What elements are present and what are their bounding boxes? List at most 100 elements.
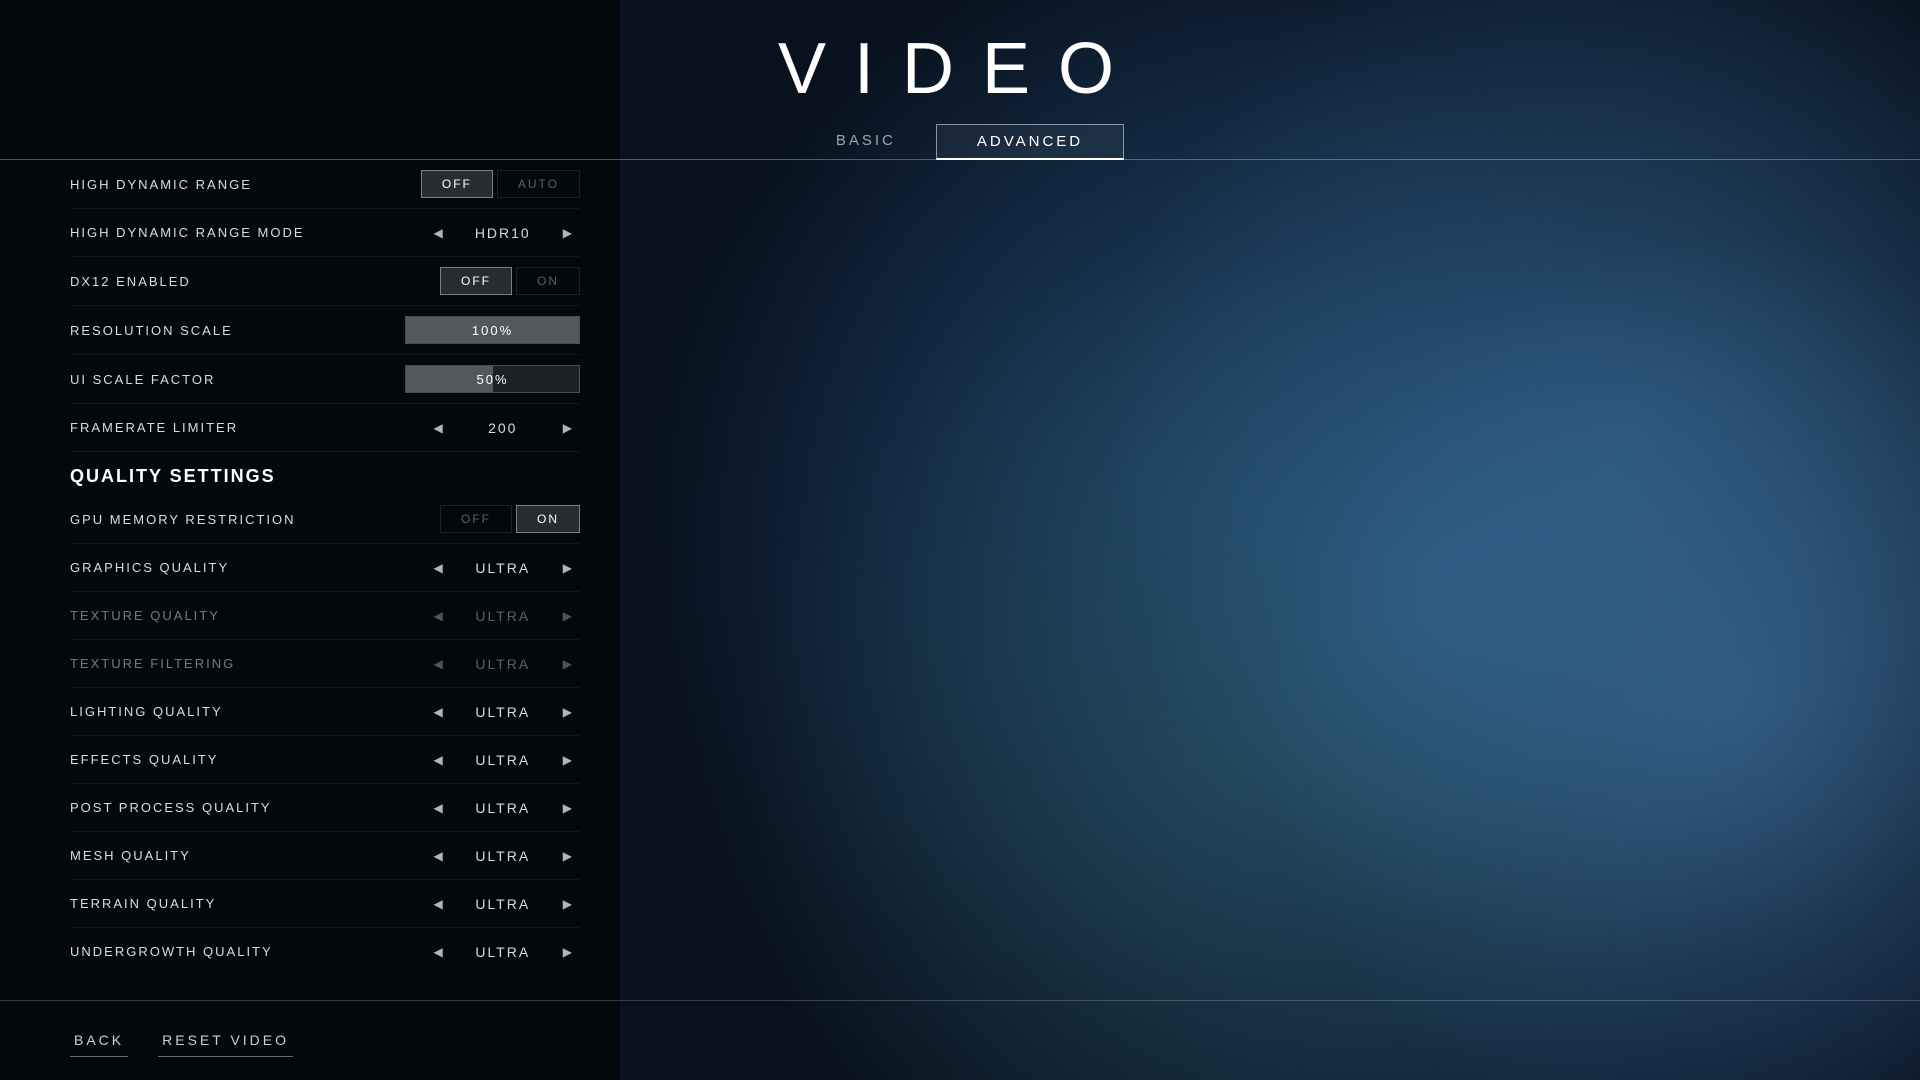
lighting-quality-next-button[interactable] bbox=[555, 701, 580, 723]
gpu-memory-on-button[interactable]: ON bbox=[516, 505, 580, 533]
setting-control-hdr-mode: HDR10 bbox=[400, 222, 580, 244]
texture-quality-prev-button[interactable] bbox=[426, 605, 451, 627]
reset-video-button[interactable]: RESET VIDEO bbox=[158, 1024, 293, 1057]
setting-row-resolution-scale: RESOLUTION SCALE 100% bbox=[70, 306, 580, 355]
framerate-next-button[interactable] bbox=[555, 417, 580, 439]
page-title: VIDEO bbox=[0, 28, 1920, 110]
setting-control-post-process: ULTRA bbox=[400, 797, 580, 819]
hdr-mode-prev-button[interactable] bbox=[426, 222, 451, 244]
setting-row-framerate: FRAMERATE LIMITER 200 bbox=[70, 404, 580, 452]
setting-control-dx12: OFF ON bbox=[400, 267, 580, 295]
hdr-auto-button[interactable]: AUTO bbox=[497, 170, 580, 198]
terrain-quality-next-button[interactable] bbox=[555, 893, 580, 915]
effects-quality-next-button[interactable] bbox=[555, 749, 580, 771]
setting-control-lighting-quality: ULTRA bbox=[400, 701, 580, 723]
header: VIDEO BASIC ADVANCED bbox=[0, 0, 1920, 160]
setting-label-hdr-mode: HIGH DYNAMIC RANGE MODE bbox=[70, 225, 400, 240]
setting-label-terrain-quality: TERRAIN QUALITY bbox=[70, 896, 400, 911]
setting-control-terrain-quality: ULTRA bbox=[400, 893, 580, 915]
resolution-scale-slider[interactable]: 100% bbox=[405, 316, 580, 344]
setting-label-texture-filtering: TEXTURE FILTERING bbox=[70, 656, 400, 671]
graphics-quality-value: ULTRA bbox=[463, 560, 543, 576]
setting-control-effects-quality: ULTRA bbox=[400, 749, 580, 771]
setting-label-hdr: HIGH DYNAMIC RANGE bbox=[70, 177, 400, 192]
setting-row-terrain-quality: TERRAIN QUALITY ULTRA bbox=[70, 880, 580, 928]
setting-control-graphics-quality: ULTRA bbox=[400, 557, 580, 579]
texture-filtering-value: ULTRA bbox=[463, 656, 543, 672]
setting-row-texture-quality: TEXTURE QUALITY ULTRA bbox=[70, 592, 580, 640]
setting-row-hdr-mode: HIGH DYNAMIC RANGE MODE HDR10 bbox=[70, 209, 580, 257]
setting-control-mesh-quality: ULTRA bbox=[400, 845, 580, 867]
mesh-quality-prev-button[interactable] bbox=[426, 845, 451, 867]
framerate-prev-button[interactable] bbox=[426, 417, 451, 439]
ui-scale-slider[interactable]: 50% bbox=[405, 365, 580, 393]
setting-label-effects-quality: EFFECTS QUALITY bbox=[70, 752, 400, 767]
texture-quality-next-button[interactable] bbox=[555, 605, 580, 627]
graphics-quality-prev-button[interactable] bbox=[426, 557, 451, 579]
setting-label-mesh-quality: MESH QUALITY bbox=[70, 848, 400, 863]
setting-label-dx12: DX12 ENABLED bbox=[70, 274, 400, 289]
quality-settings-header: QUALITY SETTINGS bbox=[70, 452, 580, 495]
terrain-quality-value: ULTRA bbox=[463, 896, 543, 912]
setting-row-texture-filtering: TEXTURE FILTERING ULTRA bbox=[70, 640, 580, 688]
ui-scale-value: 50% bbox=[406, 372, 579, 387]
content: VIDEO BASIC ADVANCED HIGH DYNAMIC RANGE … bbox=[0, 0, 1920, 1080]
resolution-scale-value: 100% bbox=[406, 323, 579, 338]
setting-label-lighting-quality: LIGHTING QUALITY bbox=[70, 704, 400, 719]
setting-control-hdr: OFF AUTO bbox=[400, 170, 580, 198]
lighting-quality-prev-button[interactable] bbox=[426, 701, 451, 723]
settings-panel: HIGH DYNAMIC RANGE OFF AUTO HIGH DYNAMIC… bbox=[70, 160, 590, 980]
setting-control-ui-scale: 50% bbox=[400, 365, 580, 393]
setting-row-dx12: DX12 ENABLED OFF ON bbox=[70, 257, 580, 306]
tab-advanced[interactable]: ADVANCED bbox=[936, 124, 1124, 160]
undergrowth-quality-value: ULTRA bbox=[463, 944, 543, 960]
post-process-prev-button[interactable] bbox=[426, 797, 451, 819]
undergrowth-quality-prev-button[interactable] bbox=[426, 941, 451, 961]
setting-label-post-process: POST PROCESS QUALITY bbox=[70, 800, 400, 815]
hdr-mode-next-button[interactable] bbox=[555, 222, 580, 244]
gpu-memory-off-button[interactable]: OFF bbox=[440, 505, 512, 533]
setting-row-lighting-quality: LIGHTING QUALITY ULTRA bbox=[70, 688, 580, 736]
setting-label-undergrowth-quality: UNDERGROWTH QUALITY bbox=[70, 944, 400, 959]
setting-label-graphics-quality: GRAPHICS QUALITY bbox=[70, 560, 400, 575]
setting-row-hdr: HIGH DYNAMIC RANGE OFF AUTO bbox=[70, 160, 580, 209]
quality-settings-title: QUALITY SETTINGS bbox=[70, 466, 276, 486]
setting-row-gpu-memory: GPU MEMORY RESTRICTION OFF ON bbox=[70, 495, 580, 544]
setting-label-gpu-memory: GPU MEMORY RESTRICTION bbox=[70, 512, 400, 527]
setting-row-effects-quality: EFFECTS QUALITY ULTRA bbox=[70, 736, 580, 784]
back-button[interactable]: BACK bbox=[70, 1024, 128, 1057]
setting-label-resolution-scale: RESOLUTION SCALE bbox=[70, 323, 400, 338]
setting-control-texture-filtering: ULTRA bbox=[400, 653, 580, 675]
setting-control-gpu-memory: OFF ON bbox=[400, 505, 580, 533]
setting-row-post-process: POST PROCESS QUALITY ULTRA bbox=[70, 784, 580, 832]
setting-row-undergrowth-quality: UNDERGROWTH QUALITY ULTRA bbox=[70, 928, 580, 960]
setting-row-ui-scale: UI SCALE FACTOR 50% bbox=[70, 355, 580, 404]
tab-basic[interactable]: BASIC bbox=[796, 124, 936, 160]
texture-filtering-prev-button[interactable] bbox=[426, 653, 451, 675]
setting-control-resolution-scale: 100% bbox=[400, 316, 580, 344]
setting-row-mesh-quality: MESH QUALITY ULTRA bbox=[70, 832, 580, 880]
setting-control-framerate: 200 bbox=[400, 417, 580, 439]
mesh-quality-value: ULTRA bbox=[463, 848, 543, 864]
texture-filtering-next-button[interactable] bbox=[555, 653, 580, 675]
effects-quality-value: ULTRA bbox=[463, 752, 543, 768]
terrain-quality-prev-button[interactable] bbox=[426, 893, 451, 915]
bottom-bar: BACK RESET VIDEO bbox=[0, 1000, 1920, 1080]
effects-quality-prev-button[interactable] bbox=[426, 749, 451, 771]
settings-scroll[interactable]: HIGH DYNAMIC RANGE OFF AUTO HIGH DYNAMIC… bbox=[70, 160, 590, 960]
undergrowth-quality-next-button[interactable] bbox=[555, 941, 580, 961]
post-process-next-button[interactable] bbox=[555, 797, 580, 819]
texture-quality-value: ULTRA bbox=[463, 608, 543, 624]
lighting-quality-value: ULTRA bbox=[463, 704, 543, 720]
dx12-on-button[interactable]: ON bbox=[516, 267, 580, 295]
dx12-off-button[interactable]: OFF bbox=[440, 267, 512, 295]
mesh-quality-next-button[interactable] bbox=[555, 845, 580, 867]
setting-control-undergrowth-quality: ULTRA bbox=[400, 941, 580, 961]
setting-row-graphics-quality: GRAPHICS QUALITY ULTRA bbox=[70, 544, 580, 592]
hdr-off-button[interactable]: OFF bbox=[421, 170, 493, 198]
hdr-mode-value: HDR10 bbox=[463, 225, 543, 241]
graphics-quality-next-button[interactable] bbox=[555, 557, 580, 579]
tabs-container: BASIC ADVANCED bbox=[0, 124, 1920, 160]
framerate-value: 200 bbox=[463, 420, 543, 436]
setting-label-texture-quality: TEXTURE QUALITY bbox=[70, 608, 400, 623]
